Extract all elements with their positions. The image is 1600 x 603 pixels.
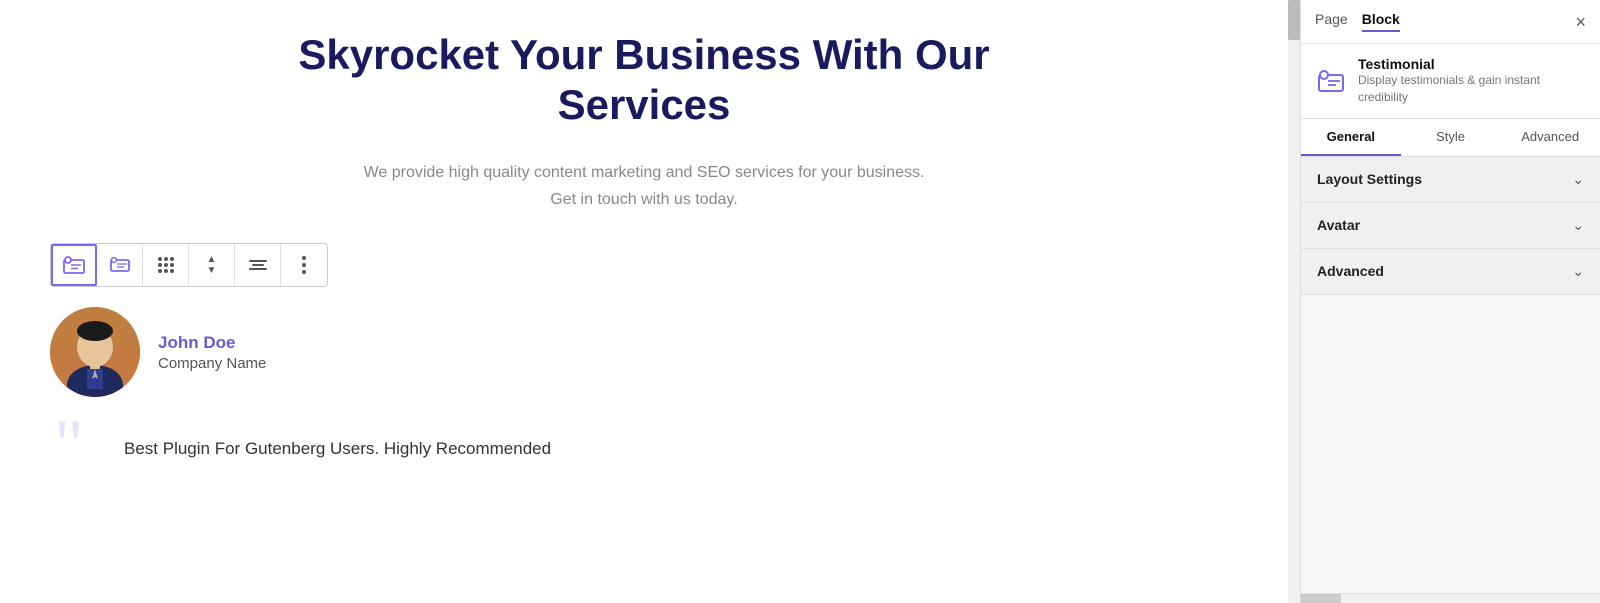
more-options-btn[interactable]	[281, 244, 327, 286]
tab-style[interactable]: Style	[1401, 119, 1501, 156]
testimonial-block-icon-btn[interactable]	[51, 244, 97, 286]
accordion-layout-settings-header[interactable]: Layout Settings ⌄	[1301, 157, 1600, 202]
accordion-advanced: Advanced ⌄	[1301, 249, 1600, 295]
chevron-down-icon-3: ⌄	[1572, 263, 1584, 280]
align-icon	[249, 260, 267, 270]
page-subtext: We provide high quality content marketin…	[364, 159, 925, 213]
move-icon: ▲ ▼	[207, 255, 217, 276]
block-info-row: Testimonial Display testimonials & gain …	[1301, 44, 1600, 119]
tab-page[interactable]: Page	[1315, 11, 1348, 32]
accordion-advanced-label: Advanced	[1317, 263, 1384, 279]
chevron-down-icon: ⌄	[1572, 171, 1584, 188]
drag-icon	[158, 257, 174, 273]
accordion-avatar-label: Avatar	[1317, 217, 1360, 233]
avatar	[50, 307, 140, 397]
block-description: Display testimonials & gain instant cred…	[1358, 72, 1586, 106]
block-toolbar: ▲ ▼	[50, 243, 328, 287]
author-row: John Doe Company Name	[50, 307, 551, 397]
accordion-layout-settings-label: Layout Settings	[1317, 171, 1422, 187]
quote-text: Best Plugin For Gutenberg Users. Highly …	[124, 417, 551, 462]
accordion-layout-settings: Layout Settings ⌄	[1301, 157, 1600, 203]
accordion-advanced-header[interactable]: Advanced ⌄	[1301, 249, 1600, 294]
block-type-icon	[1315, 64, 1348, 98]
accordion-avatar-header[interactable]: Avatar ⌄	[1301, 203, 1600, 248]
more-icon	[302, 256, 306, 274]
scrollbar-thumb[interactable]	[1288, 0, 1300, 40]
main-content: Skyrocket Your Business With Our Service…	[0, 0, 1288, 603]
testimonial-block-icon	[1318, 70, 1344, 92]
sidebar-bottom-scroll[interactable]	[1301, 593, 1600, 603]
block-icon	[110, 257, 130, 273]
quote-area: " Best Plugin For Gutenberg Users. Highl…	[54, 417, 551, 477]
bottom-scrollbar-thumb[interactable]	[1301, 594, 1341, 603]
block-title: Testimonial	[1358, 56, 1586, 72]
close-button[interactable]: ×	[1575, 13, 1586, 31]
accordion-avatar: Avatar ⌄	[1301, 203, 1600, 249]
block-info-text: Testimonial Display testimonials & gain …	[1358, 56, 1586, 106]
tab-general[interactable]: General	[1301, 119, 1401, 156]
testimonial-icon	[63, 256, 85, 274]
tab-advanced[interactable]: Advanced	[1500, 119, 1600, 156]
main-scrollbar[interactable]	[1288, 0, 1300, 603]
block-icon-btn[interactable]	[97, 244, 143, 286]
sidebar-tabs: Page Block	[1315, 11, 1400, 32]
sidebar: Page Block × Testimonial Display testimo…	[1300, 0, 1600, 603]
svg-text:": "	[54, 417, 83, 477]
testimonial-block: John Doe Company Name " Best Plugin For …	[50, 307, 551, 487]
page-heading: Skyrocket Your Business With Our Service…	[254, 30, 1034, 131]
inner-tabs: General Style Advanced	[1301, 119, 1600, 157]
drag-handle-btn[interactable]	[143, 244, 189, 286]
tab-block[interactable]: Block	[1362, 11, 1400, 32]
chevron-down-icon-2: ⌄	[1572, 217, 1584, 234]
avatar-image	[50, 307, 140, 397]
quote-marks-icon: "	[54, 417, 114, 477]
sidebar-scroll-area[interactable]: Layout Settings ⌄ Avatar ⌄ Advanced ⌄	[1301, 157, 1600, 593]
subtitle-line1: We provide high quality content marketin…	[364, 164, 925, 181]
move-btn[interactable]: ▲ ▼	[189, 244, 235, 286]
align-btn[interactable]	[235, 244, 281, 286]
sidebar-header: Page Block ×	[1301, 0, 1600, 44]
author-company: Company Name	[158, 355, 266, 372]
author-name: John Doe	[158, 333, 266, 353]
author-info: John Doe Company Name	[158, 333, 266, 372]
subtitle-line2: Get in touch with us today.	[550, 191, 737, 208]
